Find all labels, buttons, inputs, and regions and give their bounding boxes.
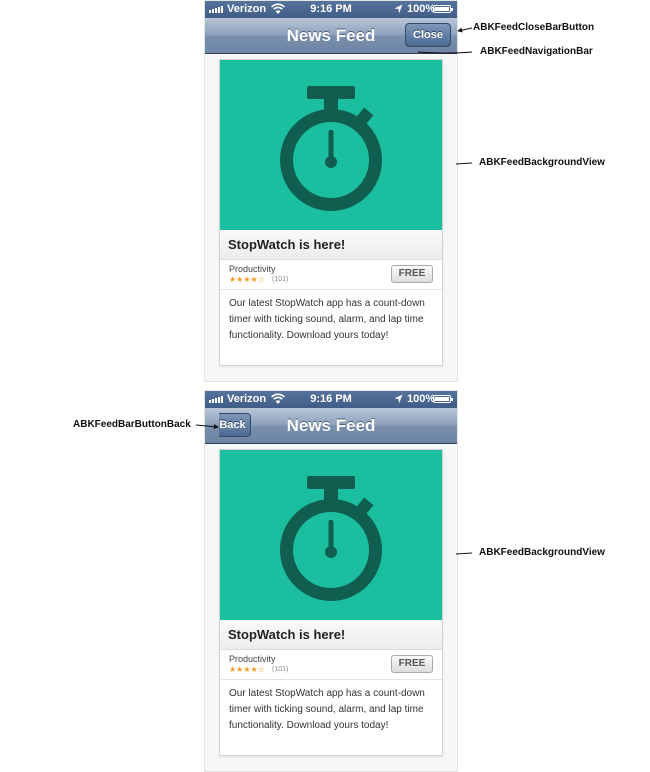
label-background-view-top: ABKFeedBackgroundView (479, 157, 605, 168)
label-bar-button-back: ABKFeedBarButtonBack (73, 419, 191, 430)
label-navigation-bar: ABKFeedNavigationBar (480, 46, 593, 57)
annotation-lines (195, 27, 473, 555)
back-button-pointer (195, 424, 219, 430)
background-view-pointer-bottom (455, 552, 473, 555)
close-button-pointer (457, 27, 473, 33)
label-background-view-bottom: ABKFeedBackgroundView (479, 547, 605, 558)
navbar-pointer (417, 51, 473, 54)
background-view-pointer-top (455, 162, 473, 165)
label-close-bar-button: ABKFeedCloseBarButton (473, 22, 595, 33)
